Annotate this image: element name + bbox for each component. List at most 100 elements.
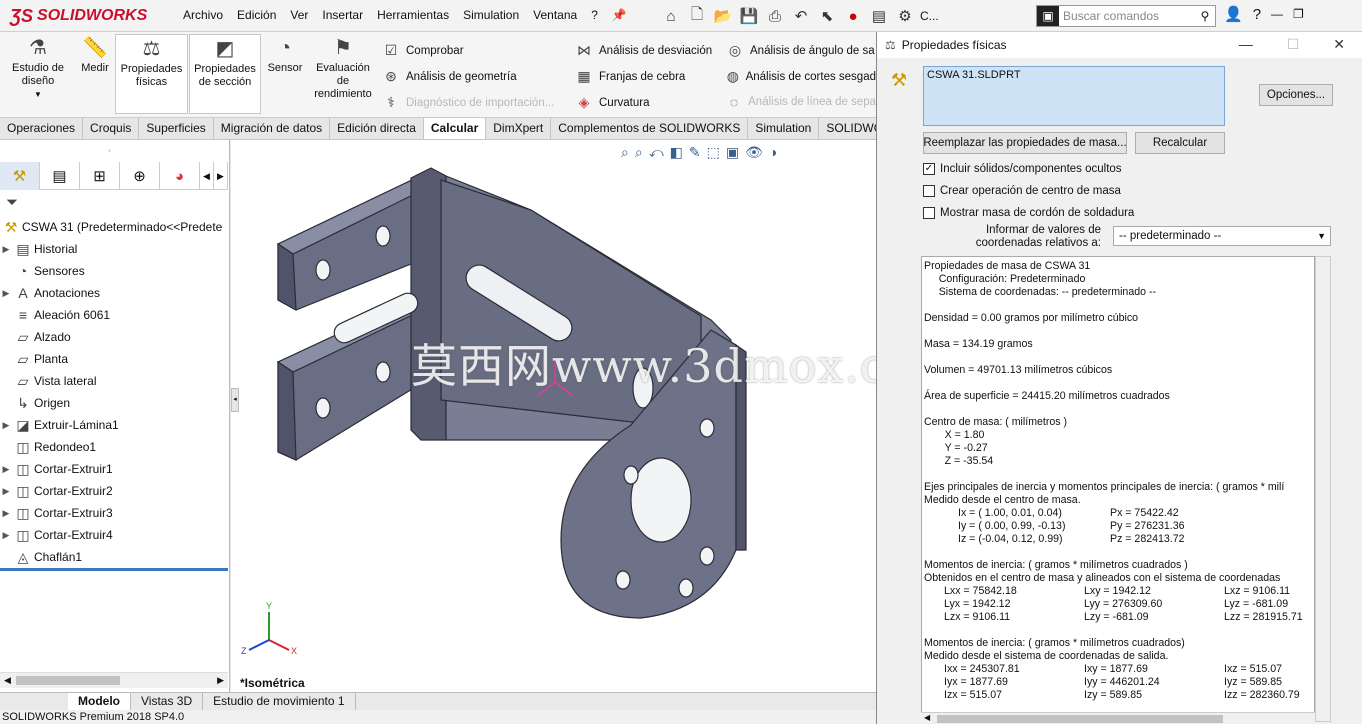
- expand-arrow-icon[interactable]: ▶: [0, 464, 12, 475]
- recalculate-button[interactable]: Recalcular: [1135, 132, 1225, 154]
- display-manager-tab[interactable]: ◕: [160, 162, 200, 190]
- tab-migracion[interactable]: Migración de datos: [214, 118, 331, 139]
- menu-archivo[interactable]: Archivo: [176, 8, 230, 22]
- restore-icon[interactable]: ❐: [1293, 7, 1304, 21]
- tree-item[interactable]: ▶ ▤ Historial: [0, 238, 228, 260]
- feature-manager-tab[interactable]: ⚒: [0, 162, 40, 190]
- curvature-button[interactable]: ◈ Curvatura: [575, 94, 650, 111]
- tree-item[interactable]: ▶ ◫ Cortar-Extruir2: [0, 480, 228, 502]
- tree-item[interactable]: ▶ ◫ Cortar-Extruir3: [0, 502, 228, 524]
- search-input[interactable]: Buscar comandos: [1059, 9, 1195, 23]
- tree-root[interactable]: ⚒ CSWA 31 (Predeterminado<<Predete: [0, 216, 228, 238]
- tab-simulation[interactable]: Simulation: [748, 118, 820, 139]
- tree-item[interactable]: ◫ Redondeo1: [0, 436, 228, 458]
- traffic-light-icon[interactable]: ●: [842, 5, 864, 27]
- view-triad[interactable]: [248, 612, 290, 651]
- help-icon[interactable]: ?: [1253, 6, 1261, 23]
- dialog-minimize-icon[interactable]: —: [1239, 36, 1253, 53]
- create-com-checkbox[interactable]: Crear operación de centro de masa: [923, 185, 1121, 197]
- print-icon[interactable]: ⎙: [764, 5, 786, 27]
- tab-vistas-3d[interactable]: Vistas 3D: [131, 693, 204, 710]
- tree-item[interactable]: ▱ Alzado: [0, 326, 228, 348]
- user-icon[interactable]: 👤: [1224, 5, 1243, 23]
- tree-item[interactable]: ◬ Chaflán1: [0, 546, 228, 568]
- results-hscroll[interactable]: ◀: [921, 712, 1315, 724]
- menu-help[interactable]: ?: [584, 8, 605, 22]
- parting-line-analysis-button[interactable]: ◌ Análisis de línea de sepa: [726, 94, 876, 110]
- tab-estudio-movimiento[interactable]: Estudio de movimiento 1: [203, 693, 356, 710]
- design-study-button[interactable]: ⚗ Estudio de diseño ▼: [4, 34, 72, 114]
- select-cursor-icon[interactable]: ⬉: [816, 5, 838, 27]
- undercut-analysis-button[interactable]: ◍ Análisis de cortes sesgad: [726, 68, 876, 85]
- scroll-thumb[interactable]: [16, 676, 120, 685]
- dialog-title-bar[interactable]: ⚖ Propiedades físicas — ☐ ✕: [877, 32, 1362, 58]
- deviation-analysis-button[interactable]: ⋈ Análisis de desviación: [575, 42, 712, 59]
- sensor-button[interactable]: ◔ Sensor: [264, 34, 306, 114]
- scroll-left-arrow[interactable]: ◀: [924, 713, 930, 722]
- mass-properties-button[interactable]: ⚖ Propiedades físicas: [115, 34, 188, 114]
- checkbox-box[interactable]: [923, 185, 935, 197]
- scroll-right-arrow[interactable]: ▶: [217, 675, 224, 686]
- expand-arrow-icon[interactable]: ▶: [0, 420, 12, 431]
- dialog-close-icon[interactable]: ✕: [1333, 36, 1345, 53]
- menu-edicion[interactable]: Edición: [230, 8, 283, 22]
- selected-items-box[interactable]: CSWA 31.SLDPRT: [923, 66, 1225, 126]
- dialog-maximize-icon[interactable]: ☐: [1287, 36, 1300, 53]
- include-hidden-checkbox[interactable]: ✓ Incluir sólidos/componentes ocultos: [923, 163, 1122, 175]
- configuration-manager-tab[interactable]: ⊞: [80, 162, 120, 190]
- tab-complementos[interactable]: Complementos de SOLIDWORKS: [551, 118, 749, 139]
- results-vscroll[interactable]: [1315, 256, 1331, 722]
- menu-ventana[interactable]: Ventana: [526, 8, 584, 22]
- tree-item[interactable]: ▶ ◫ Cortar-Extruir1: [0, 458, 228, 480]
- tab-modelo[interactable]: Modelo: [68, 693, 131, 710]
- tab-calcular[interactable]: Calcular: [423, 118, 487, 139]
- section-properties-button[interactable]: ◩ Propiedades de sección: [189, 34, 261, 114]
- menu-herramientas[interactable]: Herramientas: [370, 8, 456, 22]
- options-button[interactable]: Opciones...: [1259, 84, 1333, 106]
- checkmark-icon[interactable]: ✓: [923, 163, 935, 175]
- rollback-bar[interactable]: [0, 568, 228, 571]
- dimxpert-manager-tab[interactable]: ⊕: [120, 162, 160, 190]
- tabs-left-arrow[interactable]: ◀: [200, 162, 214, 190]
- menu-insertar[interactable]: Insertar: [315, 8, 370, 22]
- mass-properties-results[interactable]: Propiedades de masa de CSWA 31 Configura…: [921, 256, 1315, 722]
- solidworks-logo[interactable]: ƷS SOLIDWORKS: [10, 4, 147, 28]
- coordinate-system-select[interactable]: -- predeterminado -- ▼: [1113, 226, 1331, 246]
- expand-arrow-icon[interactable]: ▶: [0, 530, 12, 541]
- tab-edicion-directa[interactable]: Edición directa: [330, 118, 424, 139]
- gear-icon[interactable]: ⚙: [894, 5, 916, 27]
- weld-bead-checkbox[interactable]: Mostrar masa de cordón de soldadura: [923, 207, 1134, 219]
- override-mass-button[interactable]: Reemplazar las propiedades de masa...: [923, 132, 1127, 154]
- property-manager-tab[interactable]: ▤: [40, 162, 80, 190]
- save-icon[interactable]: 💾: [738, 5, 760, 27]
- tabs-right-arrow[interactable]: ▶: [214, 162, 228, 190]
- menu-ver[interactable]: Ver: [283, 8, 315, 22]
- tree-item[interactable]: ▶ ◪ Extruir-Lámina1: [0, 414, 228, 436]
- tree-item[interactable]: ▶ A Anotaciones: [0, 282, 228, 304]
- zebra-stripes-button[interactable]: ▦ Franjas de cebra: [575, 68, 685, 85]
- part-model[interactable]: Y X Z: [231, 140, 876, 692]
- tab-superficies[interactable]: Superficies: [139, 118, 214, 139]
- undo-icon[interactable]: ↶: [790, 5, 812, 27]
- import-diagnostics-button[interactable]: ⚕ Diagnóstico de importación...: [382, 94, 554, 111]
- tree-item[interactable]: ◔ Sensores: [0, 260, 228, 282]
- panel-grip-icon[interactable]: ◦: [108, 146, 111, 155]
- check-button[interactable]: ☑ Comprobar: [382, 42, 464, 59]
- tree-item[interactable]: ▱ Vista lateral: [0, 370, 228, 392]
- filter-icon[interactable]: ⏷: [6, 194, 18, 211]
- tree-item[interactable]: ▱ Planta: [0, 348, 228, 370]
- tab-dimxpert[interactable]: DimXpert: [486, 118, 552, 139]
- expand-arrow-icon[interactable]: ▶: [0, 486, 12, 497]
- tree-item[interactable]: ▶ ◫ Cortar-Extruir4: [0, 524, 228, 546]
- expand-arrow-icon[interactable]: ▶: [0, 244, 12, 255]
- home-icon[interactable]: ⌂: [660, 5, 682, 27]
- open-icon[interactable]: 📂: [712, 5, 734, 27]
- checkbox-box[interactable]: [923, 207, 935, 219]
- expand-arrow-icon[interactable]: ▶: [0, 288, 12, 299]
- geometry-analysis-button[interactable]: ⊛ Análisis de geometría: [382, 68, 516, 85]
- scroll-left-arrow[interactable]: ◀: [4, 675, 11, 686]
- draft-analysis-button[interactable]: ◎ Análisis de ángulo de sa: [726, 42, 876, 59]
- performance-evaluation-button[interactable]: ⚑ Evaluación de rendimiento: [310, 34, 376, 114]
- measure-button[interactable]: 📏 Medir: [76, 34, 114, 114]
- tab-croquis[interactable]: Croquis: [83, 118, 140, 139]
